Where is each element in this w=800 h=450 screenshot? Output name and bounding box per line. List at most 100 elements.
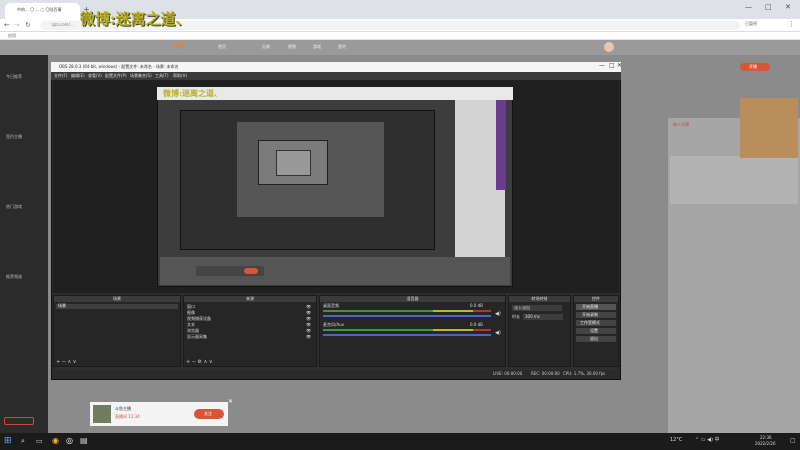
tray-icons[interactable]: ⌃ ▭ ◀) 中 [695, 438, 719, 443]
obs-maximize-icon[interactable]: □ [609, 63, 615, 69]
source-add-icon[interactable]: + − ⚙ ∧ ∨ [186, 360, 213, 365]
menu-view[interactable]: 查看(V) [88, 74, 102, 78]
scene-item[interactable]: 场景 [56, 304, 178, 309]
menu-help[interactable]: 帮助(H) [173, 74, 187, 78]
source-item[interactable]: 视频捕获设备 [187, 317, 211, 321]
eye-icon[interactable]: 👁 [306, 305, 311, 309]
scene-add-icon[interactable]: + − ∧ ∨ [56, 360, 76, 365]
eye-icon[interactable]: 👁 [306, 335, 311, 339]
browser-tab[interactable]: 中的... 〇 ... ▢ 〇陆百事 [5, 3, 80, 19]
card-close-icon[interactable]: ✕ [228, 399, 233, 405]
search-icon[interactable]: ⌕ [21, 438, 25, 445]
forward-icon[interactable]: → [14, 22, 20, 29]
transition-select[interactable]: 淡入淡出 [512, 305, 562, 311]
settings-label: 设置 [590, 328, 598, 333]
source-item[interactable]: 窗口 [187, 305, 195, 309]
source-item[interactable]: 显示器采集 [187, 335, 207, 339]
site-logo[interactable]: 〇陆 [172, 44, 184, 50]
reload-icon[interactable]: ↻ [25, 22, 31, 29]
speaker-icon[interactable]: ◀) [495, 312, 501, 317]
audio-meter [433, 310, 473, 312]
mixer-track-name: 桌面音频 [323, 303, 339, 308]
eye-icon[interactable]: 👁 [306, 329, 311, 333]
volume-slider[interactable] [323, 315, 491, 317]
clock-time[interactable]: 22:36 [760, 436, 772, 440]
nav-item-category[interactable]: 分类 [262, 45, 270, 49]
eye-icon[interactable]: 👁 [306, 311, 311, 315]
start-recording-button[interactable]: 开始录制 [576, 312, 616, 318]
audio-meter [323, 329, 433, 331]
transitions-dock: 转场特效 淡入淡出 时长 300 ms [508, 295, 571, 367]
nav-item-video[interactable]: 视频 [288, 45, 296, 49]
obs-statusbar: LIVE: 00:00:00 REC: 00:00:00 CPU: 1.7%, … [53, 370, 619, 379]
clock-date[interactable]: 2022/2/26 [755, 442, 776, 446]
transition-duration-input[interactable]: 300 ms [523, 314, 563, 320]
explorer-icon[interactable]: ▤ [80, 437, 88, 445]
chrome-icon[interactable]: ◉ [52, 437, 59, 445]
speaker-icon[interactable]: ◀) [495, 331, 501, 336]
promo-banner[interactable] [740, 98, 798, 158]
site-right-panel: 新人开播 [668, 98, 800, 433]
eye-icon[interactable]: 👁 [306, 317, 311, 321]
exit-button[interactable]: 退出 [576, 336, 616, 342]
streamer-name: 斗鱼主播 [115, 406, 131, 411]
left-section-games[interactable]: 热门游戏 [6, 205, 22, 209]
scenes-dock-title: 场景 [54, 296, 180, 302]
right-notice: 新人开播 [673, 122, 689, 127]
capture-watermark: 微博:迷离之道、 [163, 88, 222, 98]
maximize-icon[interactable]: □ [765, 4, 772, 11]
live-timer: LIVE: 00:00:00 [493, 371, 523, 376]
mixer-dock: 混音器 桌面音频 0.0 dB ◀) 麦克风/Aux 0.0 dB ◀) [319, 295, 506, 367]
menu-icon[interactable]: ⋮ [788, 21, 795, 28]
left-nav-button[interactable] [4, 417, 34, 425]
nav-item-sign[interactable]: 签约 [338, 45, 346, 49]
follow-label: 关注 [204, 411, 212, 416]
volume-slider[interactable] [323, 334, 491, 336]
scenes-dock: 场景 场景 + − ∧ ∨ [53, 295, 181, 367]
menu-file[interactable]: 文件(F) [54, 74, 67, 78]
left-section-recommend[interactable]: 今日推荐 [6, 75, 22, 79]
minimize-icon[interactable]: — [745, 4, 752, 11]
menu-edit[interactable]: 编辑(E) [71, 74, 85, 78]
weather-text[interactable]: 12°C [670, 438, 682, 443]
obs-close-icon[interactable]: ✕ [617, 63, 622, 69]
transition-duration-value: 300 ms [525, 314, 540, 319]
windows-start-icon[interactable]: ⊞ [4, 437, 12, 446]
obs-title: OBS 28.0.3 (64-bit, windows) - 配置文件: 未命名… [59, 64, 179, 69]
studio-mode-button[interactable]: 工作室模式 [576, 320, 616, 326]
avatar[interactable] [604, 42, 614, 52]
apps-bookmark[interactable]: 应用 [8, 34, 16, 38]
nav-item-home[interactable]: 首页 [218, 45, 226, 49]
left-section-channels[interactable]: 推荐频道 [6, 275, 22, 279]
obs-minimize-icon[interactable]: — [599, 63, 605, 69]
mixer-track-name: 麦克风/Aux [323, 322, 344, 327]
menu-profile[interactable]: 配置文件(P) [105, 74, 127, 78]
bookmarks-bar: 应用 [0, 32, 800, 40]
source-item[interactable]: 图像 [187, 311, 195, 315]
follow-button[interactable]: 关注 [194, 409, 224, 419]
start-streaming-button[interactable]: 开始直播 [576, 304, 616, 310]
source-item[interactable]: 文本 [187, 323, 195, 327]
site-header: 〇陆 首页 分类 视频 游戏 签约 [0, 40, 800, 55]
source-item[interactable]: 浏览器 [187, 329, 199, 333]
streamer-card[interactable]: 斗鱼主播 直播间 12:34 关注 [90, 402, 228, 426]
nav-item-games[interactable]: 游戏 [313, 45, 321, 49]
eye-icon[interactable]: 👁 [306, 323, 311, 327]
controls-dock-title: 控件 [574, 296, 618, 302]
obs-icon[interactable]: ◎ [66, 437, 73, 445]
menu-tools[interactable]: 工具(T) [155, 74, 169, 78]
open-live-button[interactable]: 开播 [740, 63, 770, 71]
notification-icon[interactable]: ▢ [790, 438, 796, 444]
audio-meter [473, 329, 491, 331]
task-view-icon[interactable]: ▭ [36, 438, 43, 445]
back-icon[interactable]: ← [4, 22, 10, 29]
open-live-label: 开播 [749, 64, 757, 69]
audio-meter [433, 329, 473, 331]
left-section-signed[interactable]: 签约主播 [6, 135, 22, 139]
menu-scene-collection[interactable]: 场景集合(S) [130, 74, 152, 78]
settings-button[interactable]: 设置 [576, 328, 616, 334]
profile-status[interactable]: 已暂停 [745, 22, 757, 26]
obs-titlebar: OBS 28.0.3 (64-bit, windows) - 配置文件: 未命名… [51, 62, 622, 72]
close-icon[interactable]: ✕ [785, 4, 791, 11]
audio-meter [323, 310, 433, 312]
